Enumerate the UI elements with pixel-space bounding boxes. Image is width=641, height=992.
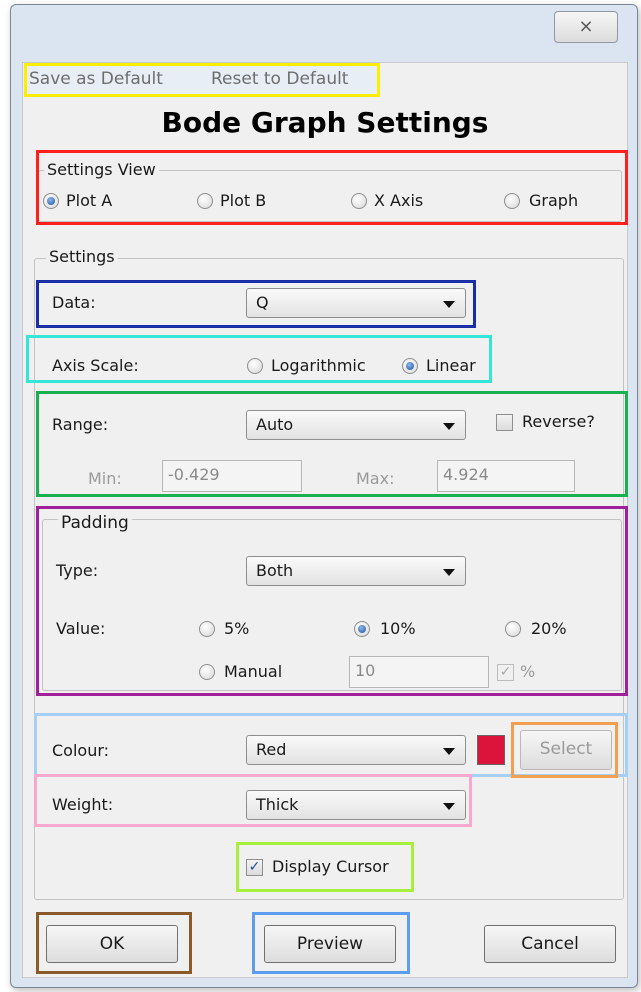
highlight-padding — [36, 506, 628, 696]
close-icon: ⨯ — [578, 16, 594, 37]
highlight-range — [36, 391, 628, 497]
cancel-button[interactable]: Cancel — [484, 925, 616, 963]
highlight-data — [36, 280, 476, 328]
highlight-display-cursor — [236, 842, 414, 892]
highlight-ok — [36, 912, 192, 974]
highlight-settings-view — [36, 150, 628, 225]
close-button[interactable]: ⨯ — [554, 11, 618, 43]
highlight-select — [511, 722, 618, 778]
highlight-preview — [252, 912, 410, 974]
highlight-axis-scale — [26, 335, 492, 383]
highlight-weight — [34, 774, 472, 827]
highlight-menu — [24, 63, 380, 97]
dialog-title: Bode Graph Settings — [161, 106, 489, 139]
settings-label: Settings — [46, 247, 118, 267]
